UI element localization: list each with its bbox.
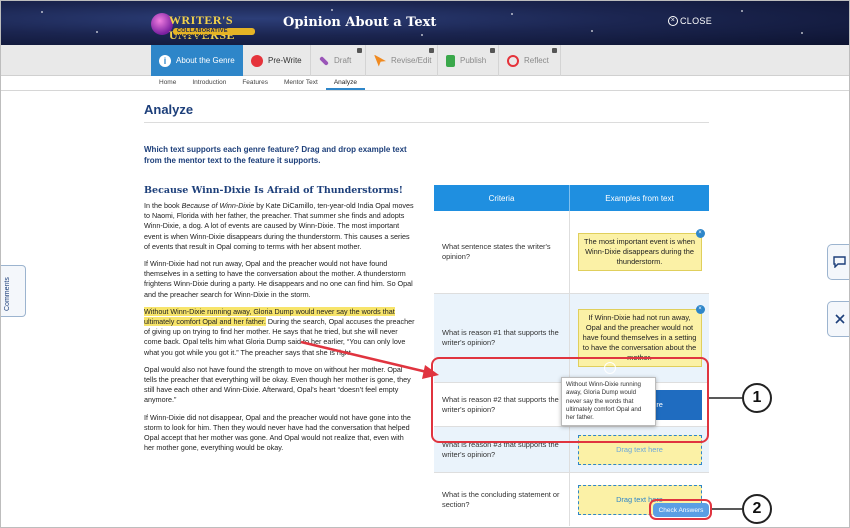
story-paragraph: Opal would also not have found the stren…	[144, 364, 411, 405]
tab-publish[interactable]: Publish	[438, 45, 499, 76]
page-title: Analyze	[144, 102, 194, 117]
chat-button[interactable]	[827, 244, 849, 280]
info-icon: i	[159, 54, 171, 67]
subnav-mentor-text[interactable]: Mentor Text	[276, 76, 326, 90]
lock-icon	[357, 48, 362, 53]
tab-label: Reflect	[524, 56, 549, 65]
story-paragraph: In the book Because of Winn-Dixie by Kat…	[144, 201, 414, 251]
column-header-criteria: Criteria	[434, 185, 570, 211]
comments-label: Comments	[4, 277, 11, 311]
tab-label: Draft	[334, 56, 352, 65]
example-card[interactable]: The most important event is when Winn-Di…	[577, 229, 705, 271]
tab-label: Revise/Edit	[391, 56, 432, 65]
book-title: Because of Winn-Dixie	[181, 201, 255, 210]
criteria-table: Criteria Examples from text What sentenc…	[434, 185, 709, 526]
divider	[144, 122, 709, 123]
callout-badge-1: 1	[742, 383, 772, 413]
callout-badge-2: 2	[742, 494, 772, 524]
comments-tab[interactable]: Comments	[1, 265, 26, 317]
lock-icon	[429, 48, 434, 53]
tab-label: Pre-Write	[268, 56, 302, 65]
sub-navigation: Home Introduction Features Mentor Text A…	[151, 76, 365, 90]
story-paragraph: If Winn-Dixie did not disappear, Opal an…	[144, 412, 411, 453]
lock-icon	[490, 48, 495, 53]
app-title: Opinion About a Text	[283, 15, 437, 30]
annotation-arrow	[300, 340, 742, 510]
lock-icon	[552, 48, 557, 53]
tab-label: Publish	[460, 56, 487, 65]
writers-universe-logo: WRITER'S UNIVERSE COLLABORATIVE WORKSHOP	[151, 9, 261, 42]
close-label: CLOSE	[680, 16, 713, 26]
tab-reflect[interactable]: Reflect	[499, 45, 561, 76]
cursor-icon	[374, 54, 386, 67]
step-tabs: i About the Genre Pre-Write Draft Revise…	[1, 45, 849, 76]
story-paragraph: If Winn-Dixie had not run away, Opal and…	[144, 259, 413, 299]
table-header: Criteria Examples from text	[434, 185, 709, 211]
remove-icon[interactable]: ×	[695, 229, 705, 238]
close-icon: ×	[668, 16, 678, 26]
tab-draft[interactable]: Draft	[311, 45, 366, 76]
subnav-analyze[interactable]: Analyze	[325, 76, 365, 90]
subnav-features[interactable]: Features	[234, 76, 276, 90]
tools-icon	[834, 314, 845, 324]
tab-pre-write[interactable]: Pre-Write	[243, 45, 311, 76]
table-row: What sentence states the writer's opinio…	[434, 211, 709, 294]
logo-subtitle: COLLABORATIVE WORKSHOP	[177, 28, 228, 40]
story-paragraph: Without Winn-Dixie running away, Gloria …	[144, 306, 415, 357]
publish-icon	[446, 54, 455, 67]
example-cell: The most important event is when Winn-Di…	[570, 211, 709, 293]
close-button[interactable]: × CLOSE	[668, 16, 712, 26]
annotation-box	[649, 499, 712, 520]
criteria-cell: What sentence states the writer's opinio…	[434, 211, 570, 293]
lightbulb-icon	[251, 54, 263, 67]
tools-button[interactable]	[827, 301, 849, 337]
tab-revise-edit[interactable]: Revise/Edit	[366, 45, 438, 76]
tab-about-the-genre[interactable]: i About the Genre	[151, 45, 243, 76]
app-window: WRITER'S UNIVERSE COLLABORATIVE WORKSHOP…	[0, 0, 850, 528]
instructions-text: Which text supports each genre feature? …	[144, 145, 407, 165]
column-header-examples: Examples from text	[605, 193, 674, 203]
tab-label: About the Genre	[176, 56, 235, 65]
app-header: WRITER'S UNIVERSE COLLABORATIVE WORKSHOP…	[1, 1, 849, 45]
mentor-text: In the book Because of Winn-Dixie by Kat…	[144, 201, 416, 460]
subnav-introduction[interactable]: Introduction	[184, 76, 234, 90]
remove-icon[interactable]: ×	[695, 305, 705, 314]
subnav-home[interactable]: Home	[151, 76, 184, 90]
chat-icon	[833, 256, 846, 268]
reflect-icon	[507, 54, 519, 67]
annotation-box	[431, 357, 709, 443]
story-title: Because Winn-Dixie Is Afraid of Thunders…	[144, 185, 403, 196]
pencil-icon	[319, 55, 329, 66]
criteria-cell: What is the concluding statement or sect…	[434, 473, 570, 526]
